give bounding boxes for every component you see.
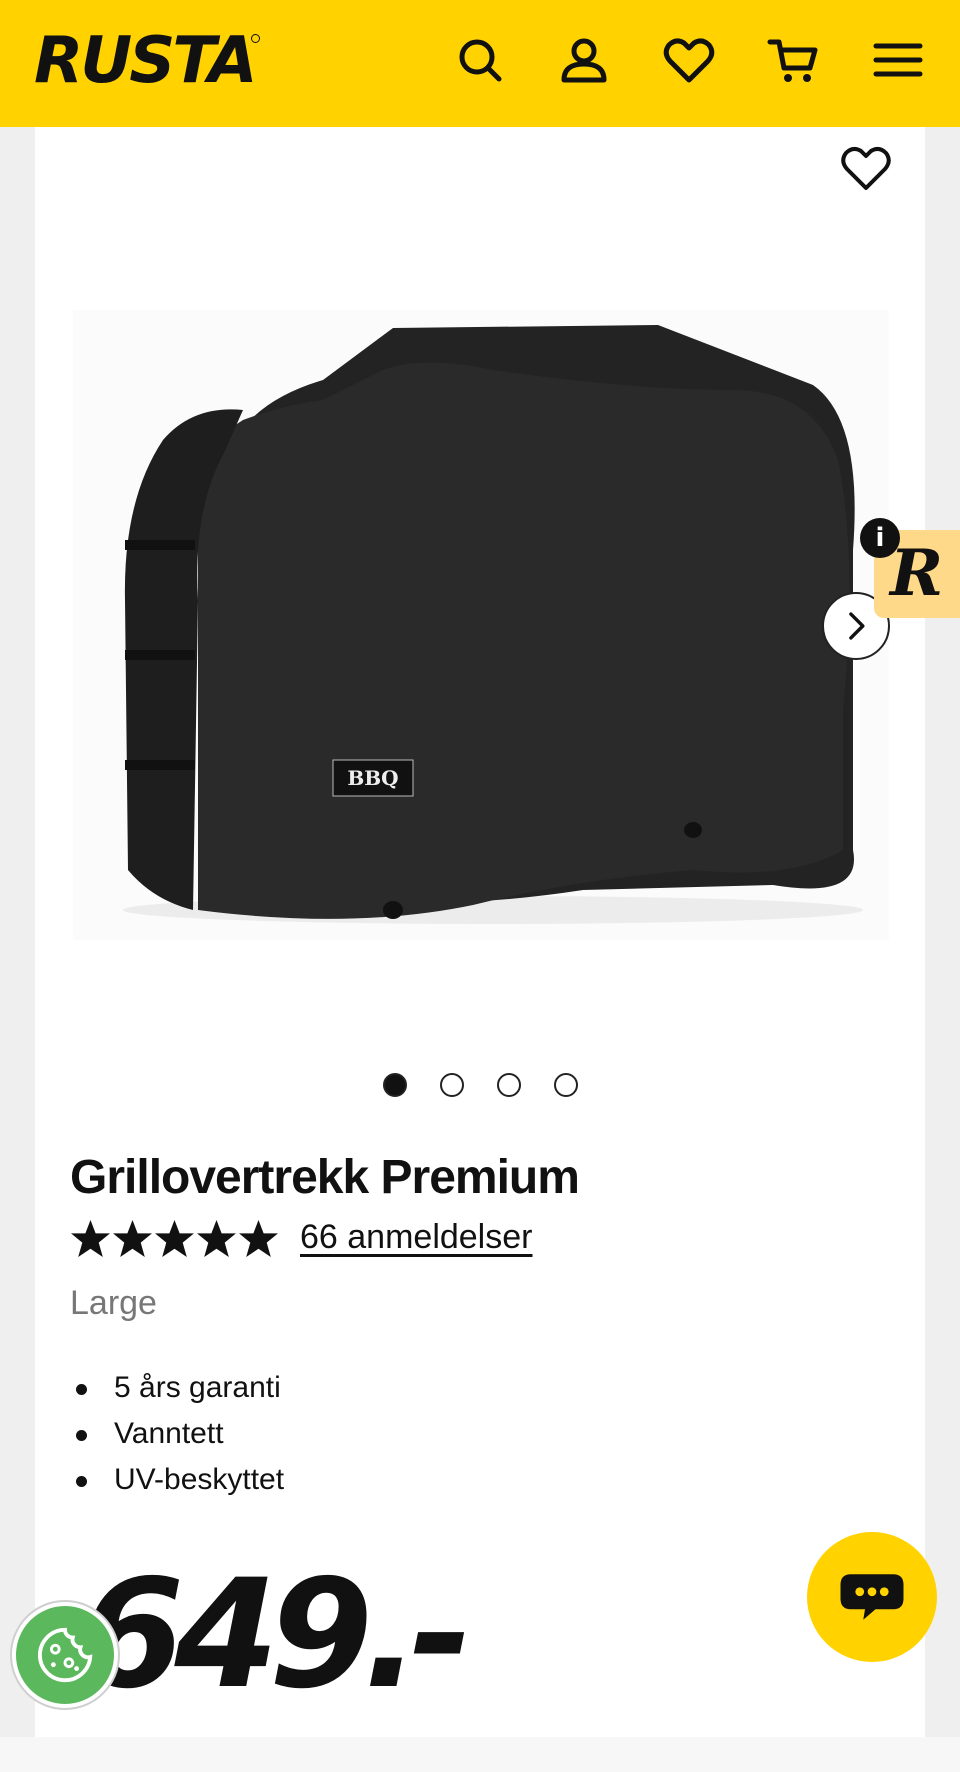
add-to-wishlist-button[interactable] [838, 140, 894, 196]
heart-icon [841, 146, 891, 190]
feature-list: 5 års garanti Vanntett UV-beskyttet [70, 1365, 284, 1503]
product-image[interactable]: BBQ [73, 310, 889, 940]
rating-stars [70, 1218, 279, 1259]
registered-mark [251, 34, 260, 43]
product-variant: Large [70, 1284, 157, 1322]
feature-item: 5 års garanti [70, 1365, 284, 1411]
product-price: 649.- [80, 1548, 472, 1722]
reviews-link[interactable]: 66 anmeldelser [300, 1218, 532, 1257]
r-widget-letter: R [890, 536, 944, 611]
search-button[interactable] [448, 28, 512, 92]
product-title: Grillovertrekk Premium [70, 1151, 580, 1204]
chat-button[interactable] [807, 1532, 937, 1662]
chat-bubble-icon [840, 1574, 904, 1620]
account-icon [561, 38, 607, 83]
feature-item: UV-beskyttet [70, 1457, 284, 1503]
gallery-dot-2[interactable] [440, 1073, 464, 1097]
cart-icon [767, 39, 818, 82]
search-icon [459, 39, 502, 82]
cart-button[interactable] [762, 28, 826, 92]
gallery-dot-1[interactable] [383, 1073, 407, 1097]
gallery-dot-4[interactable] [554, 1073, 578, 1097]
menu-icon [873, 43, 923, 77]
menu-button[interactable] [866, 28, 930, 92]
star-icon [155, 1220, 194, 1257]
site-header: RUSTA [0, 0, 960, 127]
feature-item: Vanntett [70, 1411, 284, 1457]
star-icon [71, 1220, 110, 1257]
gallery-pagination [383, 1073, 578, 1097]
cookie-settings-button[interactable] [12, 1602, 118, 1708]
rusta-logo[interactable]: RUSTA [34, 26, 258, 96]
star-icon [113, 1220, 152, 1257]
chevron-right-icon [849, 612, 865, 640]
wishlist-button[interactable] [657, 28, 721, 92]
star-icon [239, 1220, 278, 1257]
cookie-icon [38, 1627, 93, 1683]
bbq-label: BBQ [347, 766, 399, 790]
info-icon[interactable]: i [860, 518, 900, 558]
account-button[interactable] [552, 28, 616, 92]
heart-icon [663, 38, 715, 83]
gallery-dot-3[interactable] [497, 1073, 521, 1097]
bottom-bar [0, 1737, 960, 1772]
star-icon [197, 1220, 236, 1257]
grill-cover-image [123, 325, 863, 924]
